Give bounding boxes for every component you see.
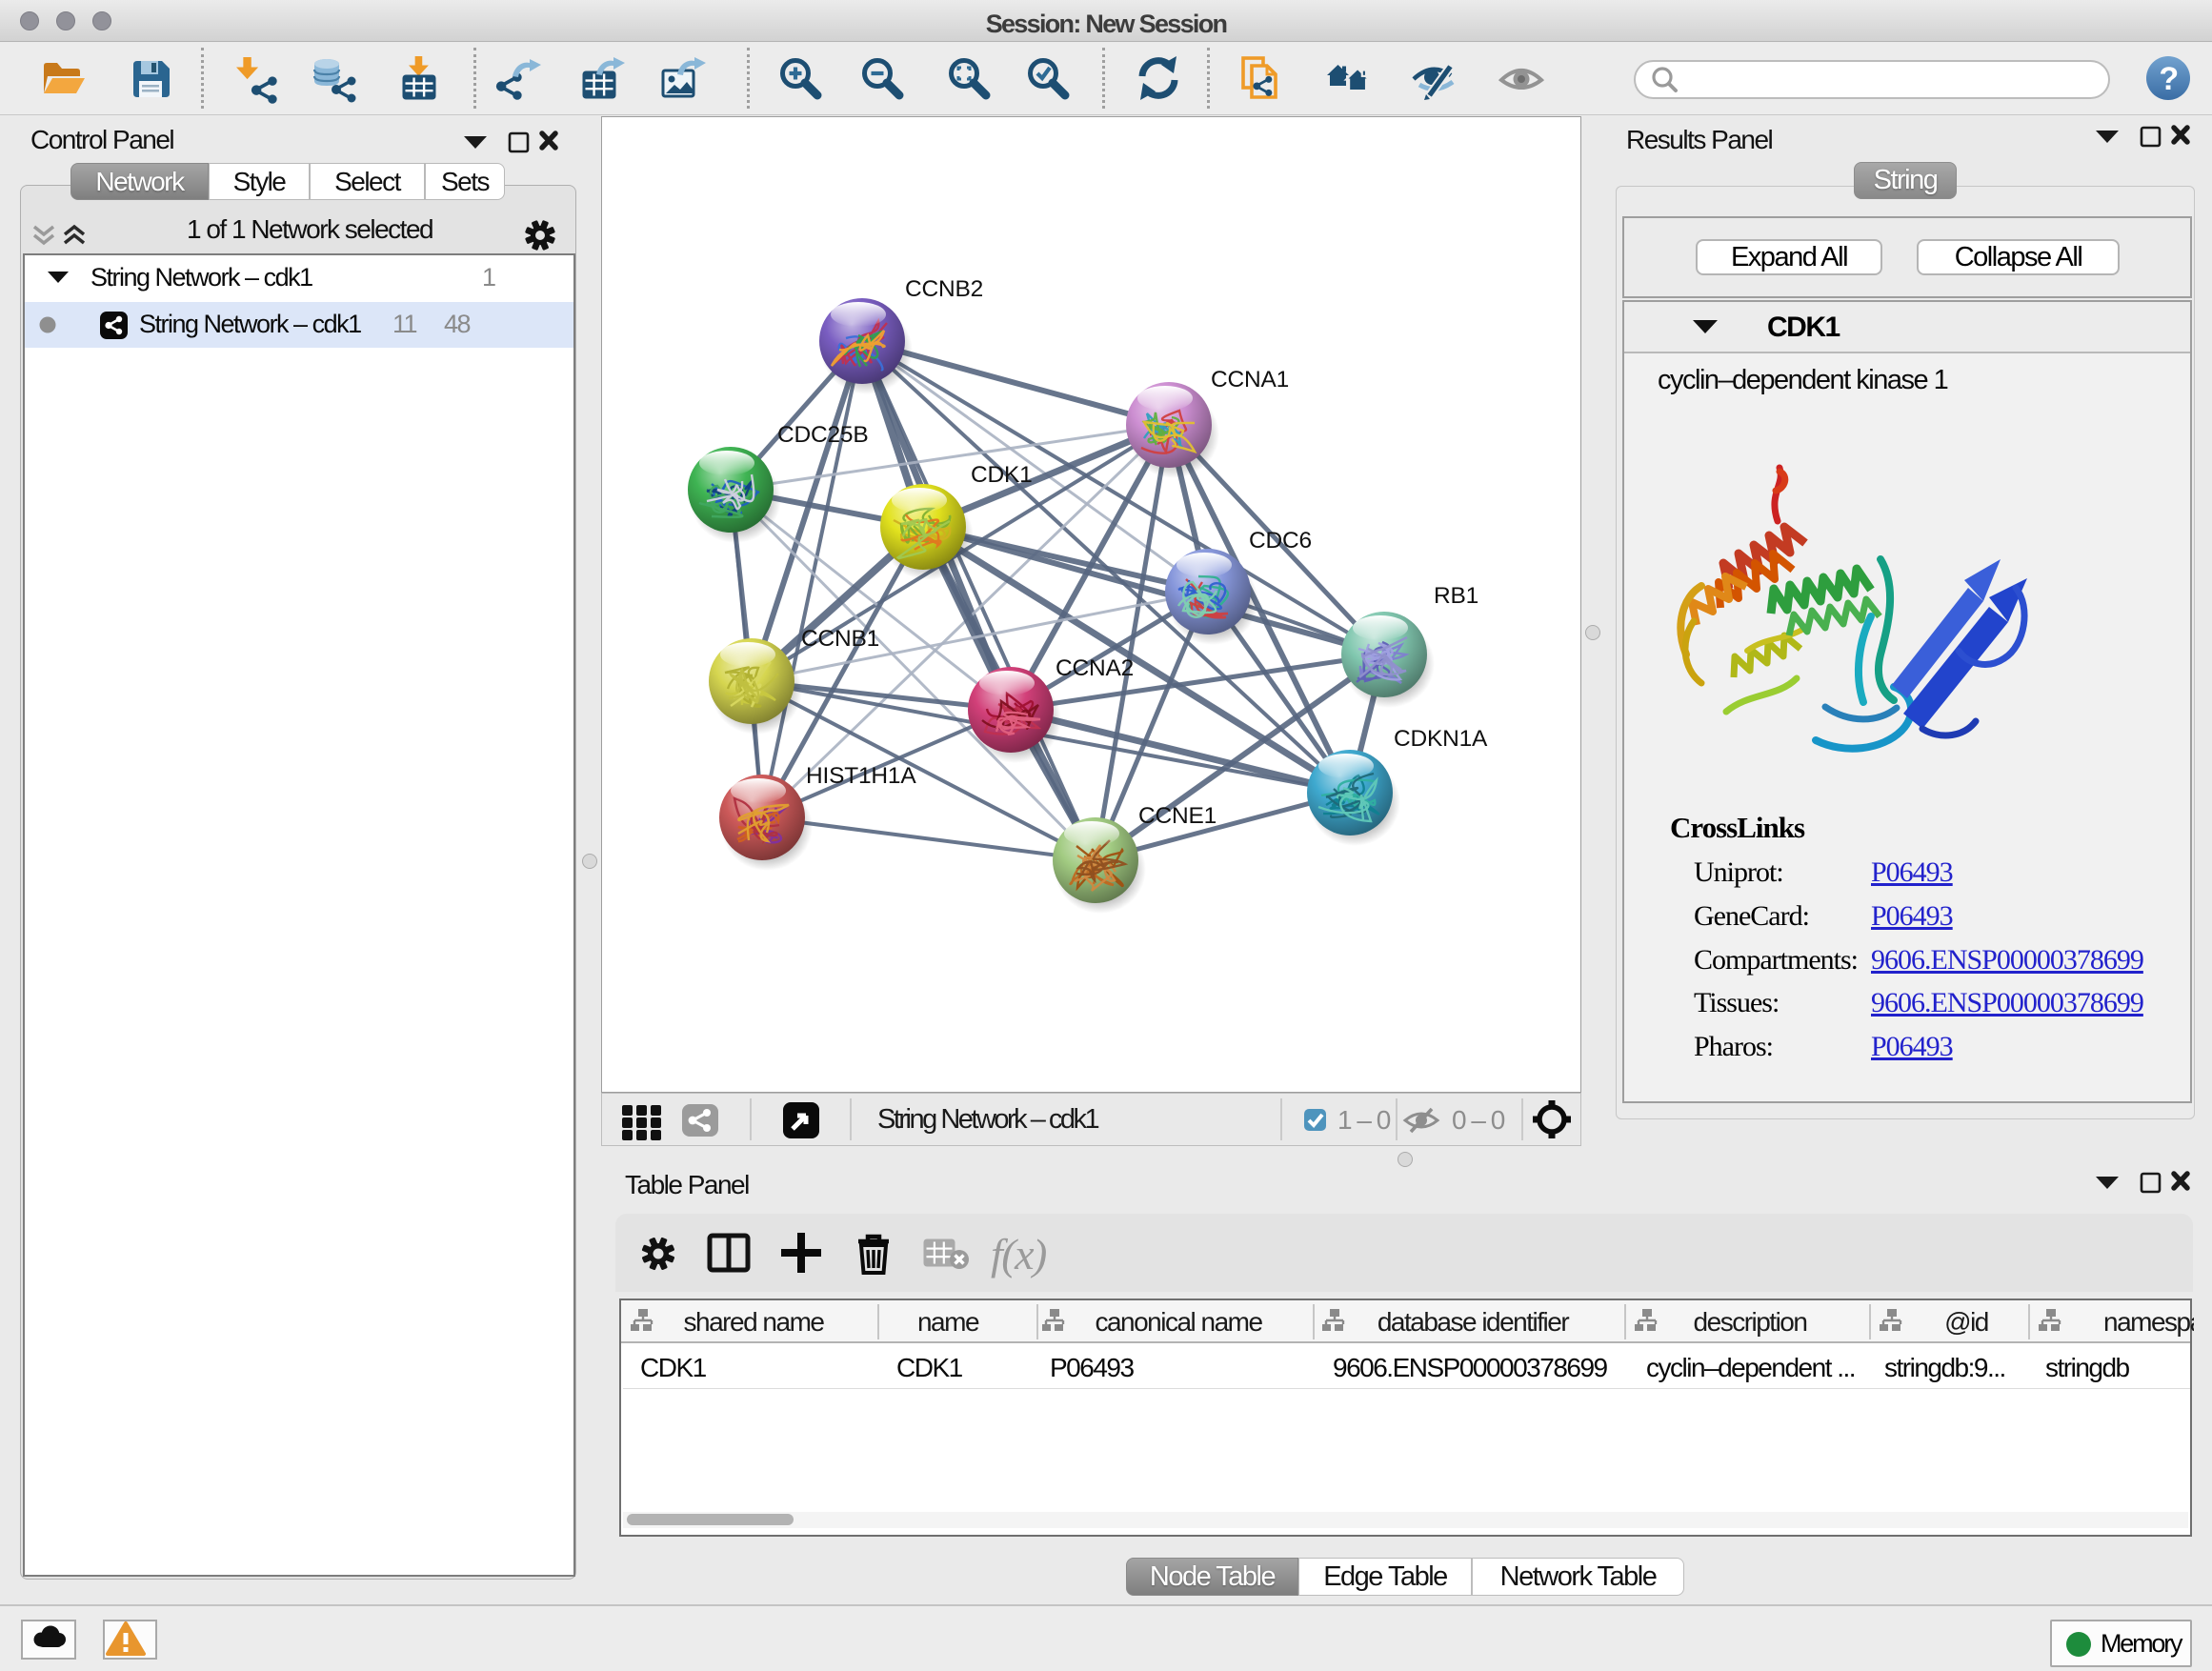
svg-text:CCNE1: CCNE1 [1138,803,1217,829]
svg-text:CDK1: CDK1 [971,462,1033,488]
svg-text:RB1: RB1 [1434,583,1478,609]
svg-text:HIST1H1A: HIST1H1A [806,763,916,789]
svg-text:CCNA2: CCNA2 [1056,655,1134,681]
svg-text:CCNB2: CCNB2 [905,276,983,302]
svg-text:CCNB1: CCNB1 [801,626,879,652]
svg-text:CDC25B: CDC25B [777,422,868,448]
svg-text:CDC6: CDC6 [1249,528,1312,554]
svg-text:CDKN1A: CDKN1A [1394,726,1488,752]
svg-text:CCNA1: CCNA1 [1211,367,1289,393]
